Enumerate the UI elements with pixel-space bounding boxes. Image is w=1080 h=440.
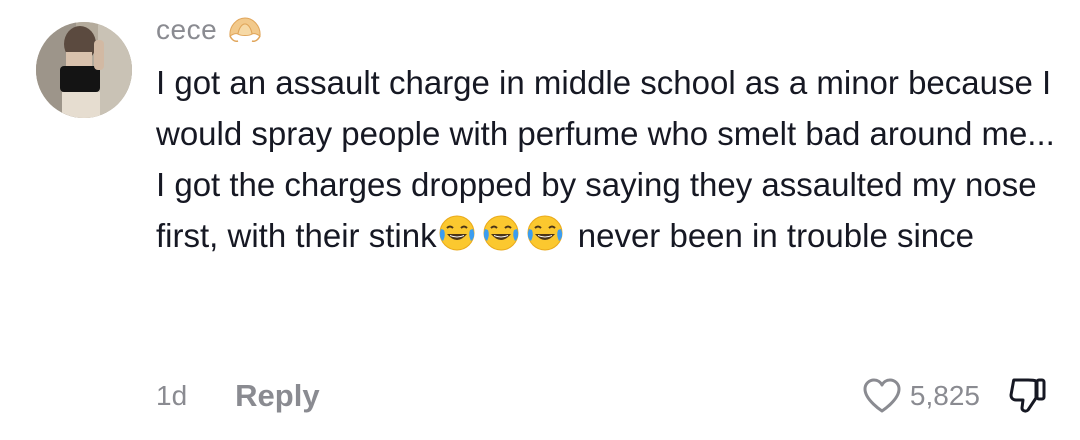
username[interactable]: cece [156, 14, 217, 46]
dislike-button[interactable] [1008, 376, 1048, 416]
like-count: 5,825 [909, 380, 980, 411]
reply-button[interactable]: Reply [235, 378, 319, 414]
like-button[interactable]: 5,825 [862, 377, 1008, 415]
comment-text-tail: never been in trouble since [568, 217, 975, 254]
comment-meta: 1d Reply [156, 374, 320, 418]
avatar-photo [36, 22, 132, 118]
face-with-tears-of-joy-icon [525, 213, 565, 253]
thumbs-down-outline-icon [1008, 376, 1048, 416]
username-row: cece [156, 10, 263, 50]
face-with-tears-of-joy-icon [437, 213, 477, 253]
heart-outline-icon [862, 377, 902, 415]
comment-text: I got an assault charge in middle school… [156, 57, 1056, 261]
avatar[interactable] [36, 22, 132, 118]
croissant-icon [227, 14, 263, 46]
timestamp: 1d [156, 380, 188, 411]
face-with-tears-of-joy-icon [481, 213, 521, 253]
comment-item: cece I got an assault charge in middle s… [0, 0, 1080, 440]
comment-actions: 5,825 [862, 372, 1048, 420]
